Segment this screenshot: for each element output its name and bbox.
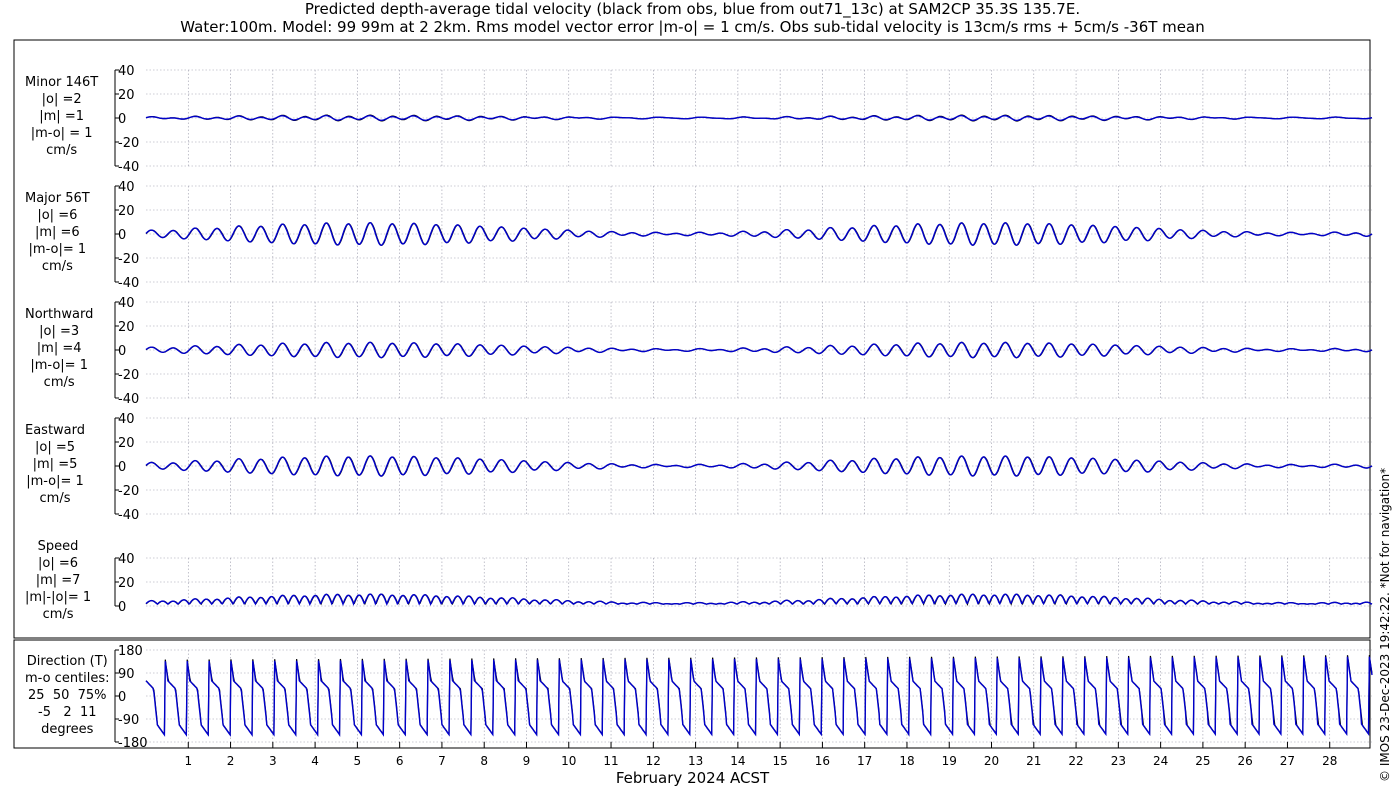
upper-frame xyxy=(13,39,1371,639)
panel-label-north: Northward |o| =3 |m| =4 |m-o|= 1 cm/s xyxy=(25,306,93,391)
y-tick-label: -20 xyxy=(118,136,139,151)
panel-label-line: Speed xyxy=(37,539,79,554)
x-tick-label: 22 xyxy=(1068,754,1083,768)
y-tick-label: 0 xyxy=(118,690,126,705)
x-tick-label: 6 xyxy=(396,754,404,768)
x-tick-label: 25 xyxy=(1195,754,1210,768)
y-tick-label: -40 xyxy=(118,392,139,407)
y-tick-label: 40 xyxy=(118,180,135,195)
panel-label-line: cm/s xyxy=(46,143,78,158)
panel-label-line: |m| =7 xyxy=(35,573,81,588)
panel-label-line: -5 2 11 xyxy=(38,705,97,720)
x-tick-label: 4 xyxy=(311,754,319,768)
x-tick-label: 15 xyxy=(772,754,787,768)
y-tick-label: 0 xyxy=(118,460,126,475)
x-tick-label: 12 xyxy=(646,754,661,768)
x-tick-label: 10 xyxy=(561,754,576,768)
panel-label-line: Minor 146T xyxy=(25,75,99,90)
panel-label-line: Northward xyxy=(25,307,94,322)
y-tick-label: 40 xyxy=(118,64,135,79)
x-tick-label: 17 xyxy=(857,754,872,768)
y-tick-label: 20 xyxy=(118,88,135,103)
x-tick-label: 13 xyxy=(688,754,703,768)
panel-label-line: |m-o|= 1 xyxy=(26,474,84,489)
x-tick-label: 5 xyxy=(354,754,362,768)
y-tick-label: -20 xyxy=(118,252,139,267)
x-tick-label: 24 xyxy=(1153,754,1168,768)
x-tick-label: 23 xyxy=(1111,754,1126,768)
panel-label-major: Major 56T |o| =6 |m| =6 |m-o|= 1 cm/s xyxy=(25,190,90,275)
y-tick-label: 20 xyxy=(118,320,135,335)
y-tick-label: 20 xyxy=(118,436,135,451)
panel-label-minor: Minor 146T |o| =2 |m| =1 |m-o| = 1 cm/s xyxy=(25,74,98,159)
y-tick-label: 20 xyxy=(118,576,135,591)
x-tick-label: 11 xyxy=(603,754,618,768)
panel-label-line: |o| =3 xyxy=(39,324,80,339)
y-tick-label: 40 xyxy=(118,296,135,311)
panel-label-line: cm/s xyxy=(42,607,74,622)
x-tick-label: 28 xyxy=(1322,754,1337,768)
y-tick-label: -90 xyxy=(118,713,139,728)
lower-frame xyxy=(13,639,1371,749)
y-tick-label: -180 xyxy=(118,736,148,751)
panel-label-direction: Direction (T) m-o centiles: 25 50 75% -5 2 … xyxy=(25,653,110,738)
panel-label-line: |m|-|o|= 1 xyxy=(25,590,92,605)
panel-label-line: |m-o| = 1 xyxy=(30,126,93,141)
x-tick-label: 7 xyxy=(438,754,446,768)
panel-label-line: Direction (T) xyxy=(26,654,108,669)
y-tick-label: 40 xyxy=(118,552,135,567)
x-tick-label: 2 xyxy=(227,754,235,768)
x-tick-label: 3 xyxy=(269,754,277,768)
x-tick-label: 27 xyxy=(1280,754,1295,768)
panel-label-line: cm/s xyxy=(41,259,73,274)
y-tick-label: 20 xyxy=(118,204,135,219)
panel-label-line: |o| =6 xyxy=(38,556,79,571)
panel-label-line: Eastward xyxy=(25,423,86,438)
y-tick-label: 40 xyxy=(118,412,135,427)
x-tick-label: 19 xyxy=(942,754,957,768)
panel-label-line: |o| =5 xyxy=(35,440,76,455)
panel-label-line: cm/s xyxy=(43,375,75,390)
y-tick-label: -40 xyxy=(118,276,139,291)
y-tick-label: -20 xyxy=(118,368,139,383)
x-tick-label: 18 xyxy=(899,754,914,768)
y-tick-label: -40 xyxy=(118,160,139,175)
panel-label-line: |m| =5 xyxy=(32,457,78,472)
panel-label-line: |m| =4 xyxy=(36,341,82,356)
panel-label-speed: Speed |o| =6 |m| =7 |m|-|o|= 1 cm/s xyxy=(25,538,91,623)
y-tick-label: 0 xyxy=(118,600,126,615)
x-tick-label: 14 xyxy=(730,754,745,768)
panel-label-line: Major 56T xyxy=(25,191,90,206)
panel-label-line: degrees xyxy=(41,722,94,737)
panel-label-line: |m-o|= 1 xyxy=(28,242,87,257)
x-axis-label: February 2024 ACST xyxy=(615,769,770,787)
x-tick-label: 9 xyxy=(523,754,531,768)
x-tick-label: 20 xyxy=(984,754,999,768)
panel-label-line: |m-o|= 1 xyxy=(30,358,88,373)
y-tick-label: 90 xyxy=(118,667,135,682)
panel-label-east: Eastward |o| =5 |m| =5 |m-o|= 1 cm/s xyxy=(25,422,85,507)
panel-label-line: cm/s xyxy=(39,491,71,506)
x-tick-label: 16 xyxy=(815,754,830,768)
x-tick-label: 21 xyxy=(1026,754,1041,768)
x-tick-label: 1 xyxy=(184,754,192,768)
tidal-velocity-chart: 40200-20-4040200-20-4040200-20-4040200-2… xyxy=(13,39,1373,768)
panel-label-line: m-o centiles: xyxy=(25,671,110,686)
series-model-line xyxy=(145,114,1373,122)
y-tick-label: -40 xyxy=(118,508,139,523)
y-tick-label: -20 xyxy=(118,484,139,499)
panel-label-line: 25 50 75% xyxy=(28,688,107,703)
credit-text: © IMOS 23-Dec-2023 19:42:22. *Not for na… xyxy=(1378,467,1392,782)
y-tick-label: 180 xyxy=(118,644,143,659)
x-tick-label: 8 xyxy=(480,754,488,768)
panel-label-line: |o| =6 xyxy=(37,208,78,223)
panel-label-line: |o| =2 xyxy=(41,92,82,107)
panel-label-line: |m| =6 xyxy=(34,225,80,240)
y-tick-label: 0 xyxy=(118,344,126,359)
y-tick-label: 0 xyxy=(118,228,126,243)
panel-label-line: |m| =1 xyxy=(39,109,84,124)
x-tick-label: 26 xyxy=(1238,754,1253,768)
y-tick-label: 0 xyxy=(118,112,126,127)
